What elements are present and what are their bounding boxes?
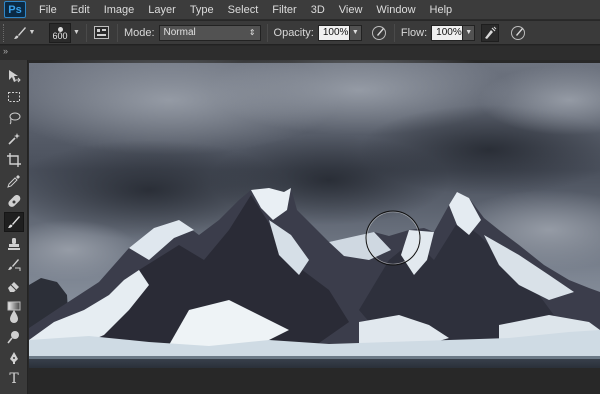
menu-window[interactable]: Window	[369, 0, 422, 20]
brush-preset-icon	[13, 26, 26, 39]
updown-arrows-icon: ⇕	[248, 28, 256, 37]
chevron-down-icon: ▼	[28, 29, 36, 36]
brush-size-picker[interactable]: 600	[49, 22, 71, 43]
airbrush-icon	[485, 26, 497, 39]
opacity-slider-button[interactable]: ▼	[349, 24, 362, 41]
chevron-down-icon: ▼	[465, 29, 473, 36]
type-tool-glyph: T	[9, 371, 19, 387]
menu-help[interactable]: Help	[423, 0, 460, 20]
tool-preset-picker[interactable]: ▼	[11, 24, 37, 42]
crop-tool-icon[interactable]	[4, 150, 24, 170]
glacier-mountain-image	[29, 60, 600, 394]
menu-view[interactable]: View	[332, 0, 370, 20]
divider	[393, 23, 395, 42]
blend-mode-select[interactable]: Normal ⇕	[158, 24, 261, 41]
flow-field[interactable]: 100%	[431, 24, 464, 41]
dodge-tool-icon[interactable]	[4, 327, 24, 347]
brush-panel-icon	[94, 26, 110, 39]
menu-file[interactable]: File	[32, 0, 64, 20]
opacity-field[interactable]: 100%	[317, 24, 350, 41]
tools-panel: T	[0, 60, 28, 394]
pressure-opacity-icon	[371, 25, 386, 40]
pressure-size-icon	[511, 25, 526, 40]
lasso-tool-icon[interactable]	[4, 108, 24, 128]
menu-edit[interactable]: Edit	[64, 0, 97, 20]
eyedropper-tool-icon[interactable]	[4, 171, 24, 191]
move-tool-icon[interactable]	[4, 66, 24, 86]
brush-tip-icon	[58, 26, 63, 32]
photoshop-logo: Ps	[4, 1, 26, 18]
menu-image[interactable]: Image	[97, 0, 142, 20]
pressure-opacity-toggle[interactable]	[370, 24, 388, 42]
flow-slider-button[interactable]: ▼	[463, 24, 476, 41]
menu-type[interactable]: Type	[183, 0, 221, 20]
menu-layer[interactable]: Layer	[141, 0, 183, 20]
options-bar-grip[interactable]	[3, 23, 7, 42]
brush-tool-icon[interactable]	[4, 212, 24, 232]
flow-label: Flow:	[400, 26, 428, 39]
brush-panel-toggle[interactable]	[93, 24, 111, 42]
menu-filter[interactable]: Filter	[265, 0, 303, 20]
mode-label: Mode:	[123, 26, 155, 39]
opacity-label: Opacity:	[273, 26, 314, 39]
divider	[266, 23, 268, 42]
type-tool-icon[interactable]: T	[4, 369, 24, 389]
airbrush-toggle[interactable]	[481, 23, 500, 42]
marquee-tool-icon[interactable]	[4, 87, 24, 107]
clone-stamp-tool-icon[interactable]	[4, 234, 24, 254]
divider	[116, 23, 118, 42]
options-bar: ▼ 600 ▼ Mode: Normal ⇕ Opacity: 100% ▼ F…	[0, 21, 600, 45]
chevron-down-icon: ▼	[351, 29, 359, 36]
document-tab-strip: »	[0, 46, 600, 60]
history-brush-tool-icon[interactable]	[4, 255, 24, 275]
brush-size-value: 600	[52, 30, 68, 41]
blur-tool-icon[interactable]	[4, 306, 24, 326]
blend-mode-value: Normal	[163, 27, 196, 38]
healing-brush-tool-icon[interactable]	[4, 192, 24, 212]
pressure-size-toggle[interactable]	[509, 24, 527, 42]
chevron-down-icon[interactable]: ▼	[73, 29, 80, 36]
pen-tool-icon[interactable]	[4, 348, 24, 368]
quick-selection-tool-icon[interactable]	[4, 129, 24, 149]
divider	[85, 23, 87, 42]
document-canvas[interactable]	[29, 60, 600, 394]
eraser-tool-icon[interactable]	[4, 276, 24, 296]
collapse-panels-icon[interactable]: »	[3, 46, 8, 56]
menu-3d[interactable]: 3D	[304, 0, 332, 20]
menu-select[interactable]: Select	[221, 0, 266, 20]
menu-bar: Ps File Edit Image Layer Type Select Fil…	[0, 0, 600, 20]
